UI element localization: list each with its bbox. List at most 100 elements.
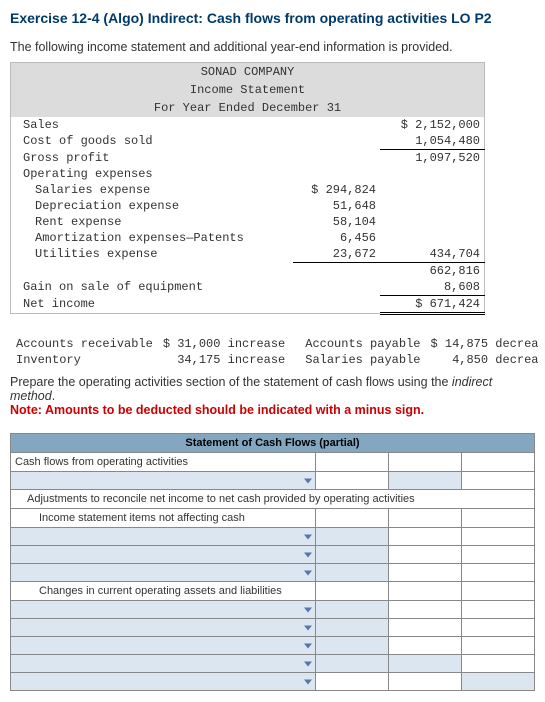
- ai-change: $ 14,875 decrea: [426, 337, 542, 351]
- income-statement-table: SONAD COMPANY Income Statement For Year …: [10, 62, 485, 315]
- line-item-dropdown[interactable]: [11, 472, 316, 490]
- note-text: Note: Amounts to be deducted should be i…: [10, 403, 535, 417]
- line-item-dropdown[interactable]: [11, 564, 316, 582]
- row-value: 51,648: [293, 198, 380, 214]
- chevron-down-icon: [304, 478, 312, 483]
- chevron-down-icon: [304, 534, 312, 539]
- row-total: 434,704: [380, 246, 485, 263]
- line-item-dropdown[interactable]: [11, 655, 316, 673]
- row-value: 58,104: [293, 214, 380, 230]
- empty-cell: [388, 564, 461, 582]
- empty-cell: [388, 601, 461, 619]
- amount-input[interactable]: [315, 655, 388, 673]
- chevron-down-icon: [304, 625, 312, 630]
- scf-items-label: Income statement items not affecting cas…: [11, 509, 316, 528]
- scf-adjustments-label: Adjustments to reconcile net income to n…: [11, 490, 535, 509]
- ai-change: 4,850 decrea: [426, 353, 542, 367]
- row-value: $ 671,424: [380, 296, 485, 314]
- statement-name: Income Statement: [11, 81, 485, 99]
- line-item-dropdown[interactable]: [11, 619, 316, 637]
- row-label: Cost of goods sold: [11, 133, 294, 150]
- empty-cell: [315, 509, 388, 528]
- prepare-text-part: .: [52, 389, 55, 403]
- empty-cell: [388, 546, 461, 564]
- statement-period: For Year Ended December 31: [11, 99, 485, 117]
- line-item-dropdown[interactable]: [11, 637, 316, 655]
- company-name: SONAD COMPANY: [11, 63, 485, 82]
- row-value: 6,456: [293, 230, 380, 246]
- row-value: $ 2,152,000: [380, 117, 485, 133]
- ai-label: Inventory: [12, 353, 157, 367]
- empty-cell: [388, 582, 461, 601]
- row-label: Gross profit: [11, 150, 294, 167]
- empty-cell: [461, 637, 534, 655]
- amount-input[interactable]: [388, 472, 461, 490]
- row-label: Sales: [11, 117, 294, 133]
- ai-label: Accounts receivable: [12, 337, 157, 351]
- scf-table: Statement of Cash Flows (partial) Cash f…: [10, 433, 535, 691]
- line-item-dropdown[interactable]: [11, 528, 316, 546]
- empty-cell: [388, 528, 461, 546]
- empty-cell: [461, 546, 534, 564]
- empty-cell: [461, 453, 534, 472]
- chevron-down-icon: [304, 552, 312, 557]
- amount-input[interactable]: [315, 601, 388, 619]
- scf-header: Statement of Cash Flows (partial): [11, 434, 535, 453]
- row-value: 1,097,520: [380, 150, 485, 167]
- row-label: Operating expenses: [11, 166, 294, 182]
- row-value: $ 294,824: [293, 182, 380, 198]
- empty-cell: [461, 601, 534, 619]
- row-value: 662,816: [380, 263, 485, 280]
- additional-info-table: Accounts receivable $ 31,000 increase Ac…: [10, 335, 545, 369]
- amount-input[interactable]: [315, 637, 388, 655]
- chevron-down-icon: [304, 570, 312, 575]
- prepare-text-part: Prepare the operating activities section…: [10, 375, 452, 389]
- empty-cell: [461, 509, 534, 528]
- empty-cell: [461, 472, 534, 490]
- empty-cell: [461, 619, 534, 637]
- chevron-down-icon: [304, 607, 312, 612]
- amount-input[interactable]: [315, 619, 388, 637]
- row-label: Amortization expenses—Patents: [11, 230, 294, 246]
- empty-cell: [461, 582, 534, 601]
- scf-changes-label: Changes in current operating assets and …: [11, 582, 316, 601]
- amount-input[interactable]: [388, 655, 461, 673]
- empty-cell: [461, 564, 534, 582]
- amount-input[interactable]: [315, 528, 388, 546]
- empty-cell: [388, 637, 461, 655]
- row-label: Net income: [11, 296, 294, 314]
- amount-input[interactable]: [461, 673, 534, 691]
- ai-label: Salaries payable: [301, 353, 424, 367]
- ai-label: Accounts payable: [301, 337, 424, 351]
- ai-change: 34,175 increase: [159, 353, 289, 367]
- empty-cell: [388, 509, 461, 528]
- row-label: Gain on sale of equipment: [11, 279, 294, 296]
- row-label: Rent expense: [11, 214, 294, 230]
- empty-cell: [315, 673, 388, 691]
- prepare-instructions: Prepare the operating activities section…: [10, 375, 535, 403]
- amount-input[interactable]: [315, 546, 388, 564]
- amount-input[interactable]: [315, 564, 388, 582]
- row-value: 8,608: [380, 279, 485, 296]
- line-item-dropdown[interactable]: [11, 673, 316, 691]
- scf-section-label: Cash flows from operating activities: [11, 453, 316, 472]
- line-item-dropdown[interactable]: [11, 546, 316, 564]
- empty-cell: [388, 453, 461, 472]
- row-label: Salaries expense: [11, 182, 294, 198]
- empty-cell: [315, 472, 388, 490]
- chevron-down-icon: [304, 679, 312, 684]
- chevron-down-icon: [304, 643, 312, 648]
- empty-cell: [315, 453, 388, 472]
- line-item-dropdown[interactable]: [11, 601, 316, 619]
- empty-cell: [388, 673, 461, 691]
- chevron-down-icon: [304, 661, 312, 666]
- empty-cell: [315, 582, 388, 601]
- row-label: Utilities expense: [11, 246, 294, 263]
- ai-change: $ 31,000 increase: [159, 337, 289, 351]
- row-label: Depreciation expense: [11, 198, 294, 214]
- empty-cell: [461, 655, 534, 673]
- row-value: 23,672: [293, 246, 380, 263]
- empty-cell: [388, 619, 461, 637]
- intro-text: The following income statement and addit…: [10, 40, 535, 54]
- row-value: 1,054,480: [380, 133, 485, 150]
